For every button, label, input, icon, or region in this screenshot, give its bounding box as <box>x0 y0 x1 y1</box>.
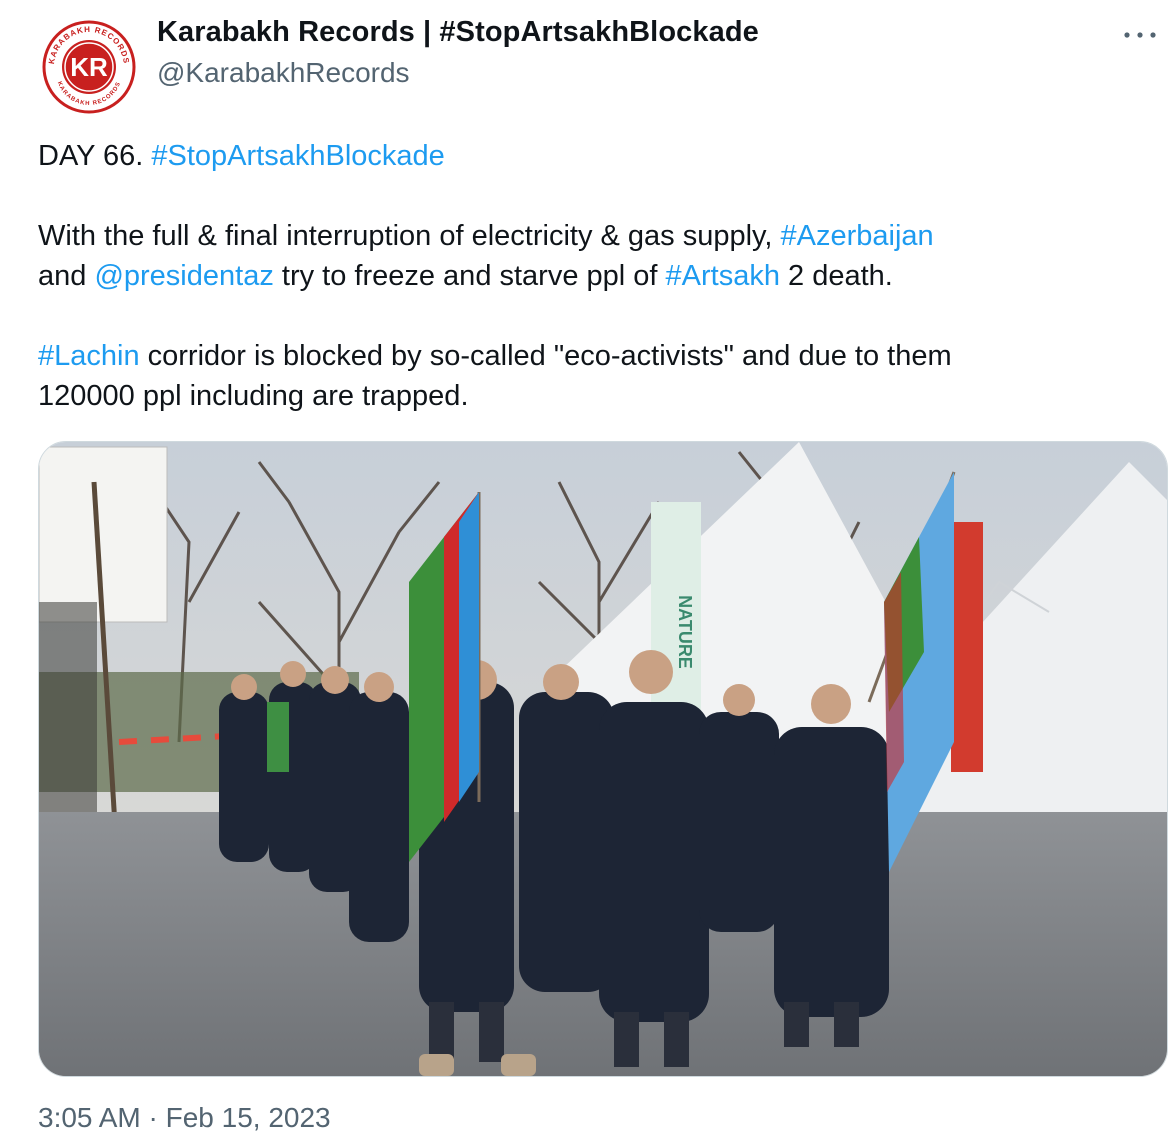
author-name[interactable]: Karabakh Records | #StopArtsakhBlockade <box>157 16 759 49</box>
tweet-line-1: DAY 66. #StopArtsakhBlockade <box>38 136 1166 176</box>
tweet-line-3: and @presidentaz try to freeze and starv… <box>38 256 1166 296</box>
avatar-text: KR <box>70 52 108 82</box>
tweet-text-segment: corridor is blocked by so-called "eco-ac… <box>139 340 952 372</box>
tweet-text-segment: With the full & final interruption of el… <box>38 220 781 252</box>
tweet-text-segment: and <box>38 260 95 292</box>
more-horizontal-icon[interactable] <box>1118 20 1162 50</box>
avatar[interactable]: KARABAKH RECORDS KARABAKH RECORDS KR <box>40 18 138 116</box>
mention-presidentaz[interactable]: @presidentaz <box>94 260 273 292</box>
tweet-text-segment: 120000 ppl including are trapped. <box>38 380 469 412</box>
tweet-photo[interactable]: NATURE <box>38 441 1168 1077</box>
tweet-text-segment: try to freeze and starve ppl of <box>273 260 666 292</box>
author-handle[interactable]: @KarabakhRecords <box>157 57 410 89</box>
banner-text: NATURE <box>675 595 695 669</box>
tweet: KARABAKH RECORDS KARABAKH RECORDS KR Kar… <box>0 0 1174 1133</box>
hashtag-stopartsakhblockade[interactable]: #StopArtsakhBlockade <box>151 140 444 172</box>
hashtag-azerbaijan[interactable]: #Azerbaijan <box>781 220 934 252</box>
day-text: DAY 66. <box>38 140 152 172</box>
photo-illustration: NATURE <box>39 442 1167 1076</box>
tweet-line-4: #Lachin corridor is blocked by so-called… <box>38 336 1166 376</box>
tweet-line-5: 120000 ppl including are trapped. <box>38 376 1166 416</box>
tweet-text-segment: 2 death. <box>779 260 893 292</box>
hashtag-artsakh[interactable]: #Artsakh <box>666 260 780 292</box>
hashtag-lachin[interactable]: #Lachin <box>38 340 140 372</box>
tweet-text: DAY 66. #StopArtsakhBlockade With the fu… <box>38 136 1166 416</box>
tweet-timestamp[interactable]: 3:05 AM · Feb 15, 2023 <box>38 1102 331 1134</box>
tweet-line-2: With the full & final interruption of el… <box>38 216 1166 256</box>
karabakh-records-logo-icon: KARABAKH RECORDS KARABAKH RECORDS KR <box>42 20 136 114</box>
